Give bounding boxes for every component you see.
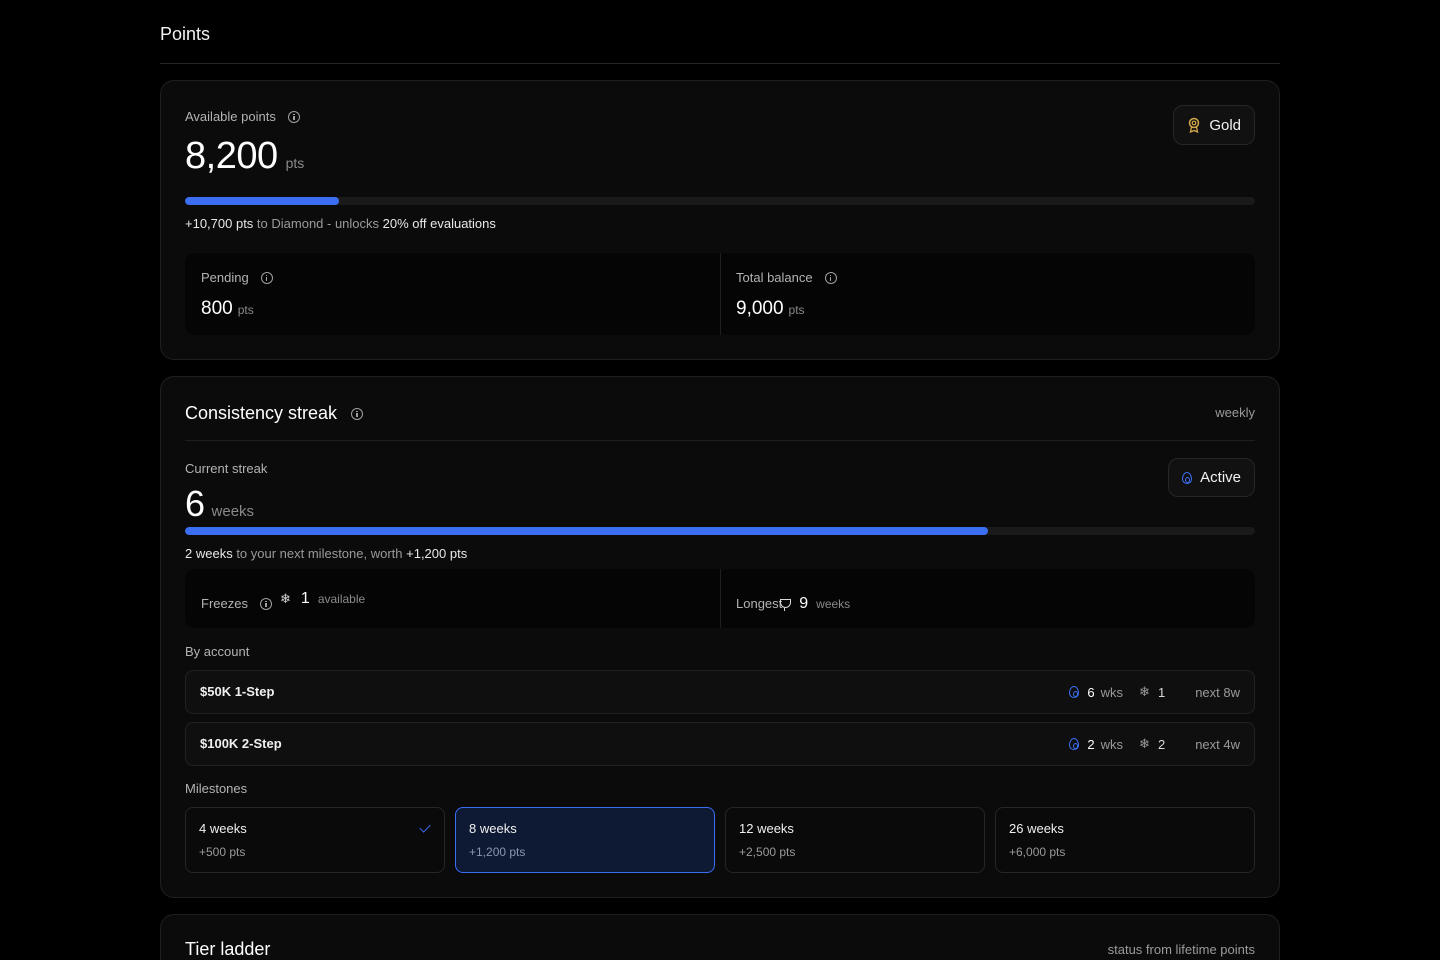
tier-ladder-card: Tier ladder status from lifetime points [160,914,1280,960]
tier-badge[interactable]: Gold [1173,105,1255,145]
milestone-card-current[interactable]: 8 weeks +1,200 pts [455,807,715,873]
freezes-value: 1 [300,590,310,607]
total-balance-unit: pts [788,303,805,317]
streak-status-badge[interactable]: Active [1168,458,1255,497]
account-next: next 4w [1195,736,1240,752]
milestone-card[interactable]: 26 weeks +6,000 pts [995,807,1255,873]
account-row[interactable]: $100K 2-Step 2 wks ❄ 2 next 4w [185,722,1255,766]
milestone-title: 8 weeks [469,821,517,836]
freezes-unit: available [317,592,366,606]
available-points-number: 8,200 [185,135,278,177]
streak-stats: Freezes ❄ 1 available Longest 9 weeks [185,569,1255,628]
account-weeks-unit: wks [1100,684,1124,700]
pending-unit: pts [237,303,254,317]
flame-icon [1182,471,1193,484]
milestone-reward: +500 pts [199,845,246,859]
tier-ladder-title: Tier ladder [185,939,271,959]
available-points-unit: pts [285,155,305,171]
streak-card: Consistency streak weekly Current streak… [160,376,1280,898]
trophy-icon [780,599,792,611]
medal-icon [1189,117,1200,133]
account-name: $50K 1-Step [200,684,275,699]
longest-label: Longest [736,596,783,611]
longest-unit: weeks [816,597,851,611]
milestone-title: 4 weeks [199,821,247,836]
milestone-reward: +2,500 pts [739,845,796,859]
info-icon[interactable] [824,271,837,284]
info-icon[interactable] [287,110,300,123]
info-icon[interactable] [259,597,272,610]
next-milestone-text: 2 weeks to your next milestone, worth +1… [185,546,467,561]
total-balance-label: Total balance [736,270,813,285]
flame-icon [1069,686,1080,698]
account-weeks-unit: wks [1100,736,1124,752]
next-milestone-weeks: 2 weeks [185,546,233,561]
current-streak-number: 6 [185,483,205,524]
account-freezes: 1 [1157,684,1166,700]
check-icon [419,821,431,833]
next-tier-amount: +10,700 pts [185,216,254,231]
streak-header: Consistency streak [185,403,364,424]
account-weeks: 2 [1087,736,1095,752]
next-milestone-middle: to your next milestone, worth [232,546,407,561]
total-balance-stat: Total balance 9,000 pts [721,253,1255,335]
next-tier-perk: 20% off evaluations [382,216,496,231]
tier-ladder-subtitle: status from lifetime points [1107,942,1255,957]
snowflake-icon: ❄ [280,591,291,606]
milestone-card-completed[interactable]: 4 weeks +500 pts [185,807,445,873]
available-points-header: Available points [185,109,300,124]
pending-value: 800 [201,298,233,319]
available-points-value: 8,200 pts [185,135,304,178]
points-card: Available points 8,200 pts Gold +10,700 … [160,80,1280,360]
total-balance-value: 9,000 [736,298,784,319]
info-icon[interactable] [351,407,364,420]
pending-label: Pending [201,270,249,285]
tier-progress-bar [185,197,1255,205]
milestones-label: Milestones [185,781,248,796]
milestone-reward: +1,200 pts [469,845,526,859]
tier-badge-label: Gold [1209,116,1241,134]
milestone-card[interactable]: 12 weeks +2,500 pts [725,807,985,873]
milestone-title: 12 weeks [739,821,794,836]
account-name: $100K 2-Step [200,736,282,751]
account-meta: 6 wks ❄ 1 next 8w [1069,684,1240,700]
longest-value: 9 [799,595,809,612]
tier-progress-fill [185,197,340,205]
current-streak-unit: weeks [211,503,255,520]
streak-progress-bar [185,527,1255,535]
account-next: next 8w [1195,684,1240,700]
points-stats: Pending 800 pts Total balance 9,000 pts [185,253,1255,335]
freezes-label: Freezes [201,596,248,611]
available-points-label: Available points [185,109,276,124]
longest-stat: Longest 9 weeks [721,569,1255,628]
by-account-label: By account [185,644,250,659]
snowflake-icon: ❄ [1139,684,1150,699]
milestone-title: 26 weeks [1009,821,1064,836]
streak-cadence: weekly [1215,405,1255,420]
next-tier-text: +10,700 pts to Diamond - unlocks 20% off… [185,216,496,231]
flame-icon [1069,738,1080,750]
streak-divider [185,440,1255,441]
account-freezes: 2 [1157,736,1166,752]
freezes-stat: Freezes ❄ 1 available [185,569,720,628]
next-tier-middle: to Diamond - unlocks [253,216,383,231]
account-meta: 2 wks ❄ 2 next 4w [1069,736,1240,752]
current-streak-label: Current streak [185,461,268,476]
milestone-reward: +6,000 pts [1009,845,1066,859]
current-streak-value: 6 weeks [185,483,254,525]
streak-title: Consistency streak [185,403,338,423]
next-milestone-reward: +1,200 pts [406,546,468,561]
snowflake-icon: ❄ [1139,736,1150,751]
title-divider [160,63,1280,64]
info-icon[interactable] [260,271,273,284]
account-weeks: 6 [1087,684,1095,700]
page-title: Points [160,24,211,44]
pending-stat: Pending 800 pts [185,253,720,335]
streak-progress-fill [185,527,988,535]
streak-status-label: Active [1200,469,1241,486]
account-row[interactable]: $50K 1-Step 6 wks ❄ 1 next 8w [185,670,1255,714]
